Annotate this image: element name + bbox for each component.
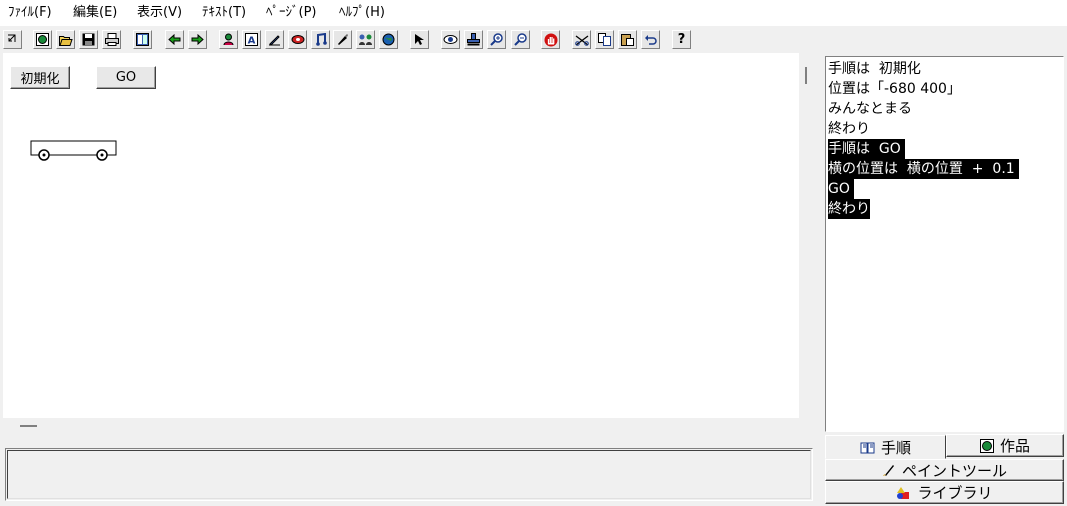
music-icon[interactable] (311, 30, 330, 49)
splitter-handle[interactable] (805, 67, 807, 84)
menu-view[interactable]: 表示(V) (137, 5, 182, 21)
stop-hand-icon[interactable] (541, 30, 560, 49)
brush-icon[interactable] (333, 30, 352, 49)
character-icon[interactable] (219, 30, 238, 49)
pointer-icon[interactable] (410, 30, 429, 49)
pen-icon[interactable] (265, 30, 284, 49)
new-works-icon[interactable] (33, 30, 52, 49)
script-line[interactable]: GO (828, 179, 855, 199)
splitter-handle-horizontal[interactable] (20, 425, 37, 427)
tab-library[interactable]: ライブラリ (825, 481, 1064, 504)
book-icon (860, 442, 875, 453)
text-box-icon[interactable]: A (242, 30, 261, 49)
eraser-icon[interactable] (288, 30, 307, 49)
undo-icon[interactable] (641, 30, 660, 49)
script-line[interactable]: 終わり (828, 119, 870, 139)
works-icon (979, 438, 994, 453)
script-line[interactable]: 手順は 初期化 (828, 59, 921, 79)
tab-paint-tool[interactable]: ペイントツール (825, 459, 1064, 481)
tab-works-label: 作品 (999, 437, 1030, 455)
restore-icon[interactable] (3, 30, 22, 49)
paintbrush-icon (882, 465, 894, 476)
cut-icon[interactable] (572, 30, 591, 49)
copy-icon[interactable] (595, 30, 614, 49)
stamp-icon[interactable] (464, 30, 483, 49)
menu-page[interactable]: ﾍﾟｰｼﾞ(P) (266, 5, 316, 21)
tab-library-label: ライブラリ (917, 484, 993, 502)
script-line[interactable]: 位置は「-680 400」 (828, 79, 961, 99)
script-line[interactable]: 終わり (828, 199, 870, 219)
paste-icon[interactable] (618, 30, 637, 49)
group-icon[interactable] (356, 30, 375, 49)
tab-works[interactable]: 作品 (946, 434, 1064, 457)
script-line[interactable]: 横の位置は 横の位置 + 0.1 (828, 159, 1020, 179)
init-button[interactable]: 初期化 (10, 66, 70, 89)
zoom-in-icon[interactable] (487, 30, 506, 49)
next-page-icon[interactable] (188, 30, 207, 49)
go-button[interactable]: GO (96, 66, 156, 89)
print-icon[interactable] (102, 30, 121, 49)
save-icon[interactable] (79, 30, 98, 49)
script-editor[interactable]: 手順は 初期化 位置は「-680 400」 みんなとまる 終わり 手順は GO 横の位置… (825, 56, 1064, 432)
prev-page-icon[interactable] (165, 30, 184, 49)
tab-paint-tool-label: ペイントツール (901, 461, 1007, 480)
svg-text:A: A (248, 36, 256, 47)
zoom-out-icon[interactable] (511, 30, 530, 49)
car-sprite[interactable] (30, 139, 120, 163)
toolbar (0, 26, 1067, 52)
menu-file[interactable]: ﾌｧｲﾙ(F) (8, 5, 52, 21)
menu-edit[interactable]: 編集(E) (73, 5, 117, 21)
eye-icon[interactable] (441, 30, 460, 49)
open-folder-icon[interactable] (56, 30, 75, 49)
menu-bar: ﾌｧｲﾙ(F) 編集(E) 表示(V) ﾃｷｽﾄ(T) ﾍﾟｰｼﾞ(P) ﾍﾙﾌ… (0, 0, 1067, 26)
menu-text[interactable]: ﾃｷｽﾄ(T) (202, 5, 246, 21)
shapes-icon (897, 486, 910, 499)
stage-canvas[interactable]: 初期化 GO (3, 53, 799, 418)
menu-help[interactable]: ﾍﾙﾌﾟ(H) (339, 5, 385, 21)
script-line[interactable]: 手順は GO (828, 139, 906, 159)
globe-icon[interactable] (379, 30, 398, 49)
script-line[interactable]: みんなとまる (828, 99, 912, 119)
message-box-inner (7, 450, 811, 499)
page-list-icon[interactable] (133, 30, 152, 49)
help-icon[interactable]: ? (672, 30, 691, 49)
help-icon-label: ? (677, 32, 686, 47)
tab-procedure-label: 手順 (880, 438, 911, 457)
message-box[interactable] (5, 448, 813, 501)
tab-procedure[interactable]: 手順 (825, 435, 946, 459)
